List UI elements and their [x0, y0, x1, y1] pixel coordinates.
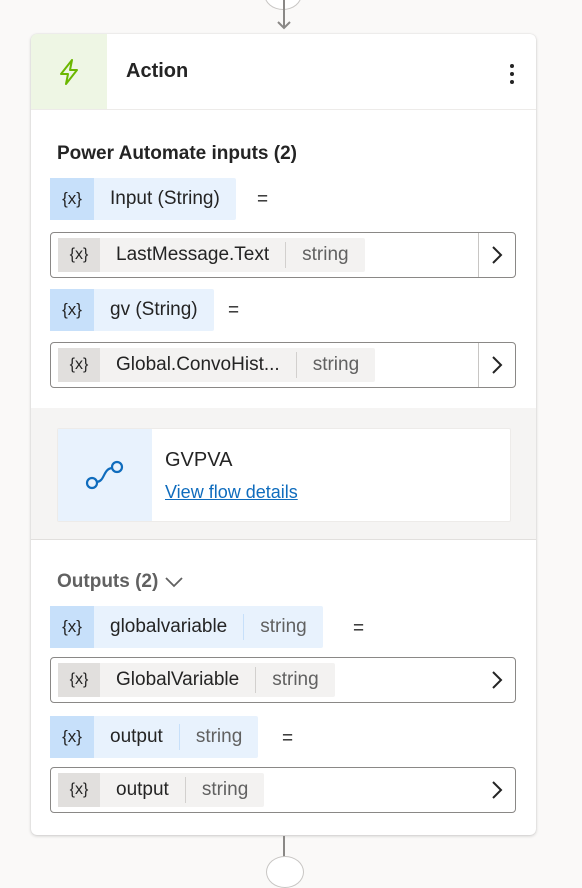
- flow-card[interactable]: GVPVA View flow details: [57, 428, 511, 522]
- input-param-chip[interactable]: {x} gv (String): [50, 289, 214, 331]
- inputs-section-title: Power Automate inputs (2): [57, 143, 297, 164]
- arrow-down-icon: [277, 14, 291, 30]
- output-var-label: globalvariable: [110, 616, 228, 637]
- lightning-icon: [31, 34, 107, 109]
- view-flow-details-link[interactable]: View flow details: [165, 482, 298, 503]
- value-label: output: [116, 779, 169, 800]
- output-value-field[interactable]: {x} GlobalVariable string: [50, 657, 516, 703]
- equals-sign: =: [257, 189, 269, 210]
- output-var-chip[interactable]: {x} output string: [50, 716, 259, 758]
- variable-icon: {x}: [50, 716, 94, 758]
- variable-icon: {x}: [50, 178, 94, 220]
- variable-icon: {x}: [58, 348, 100, 382]
- equals-sign: =: [228, 300, 240, 321]
- input-param-label: Input (String): [110, 188, 220, 209]
- value-type: string: [295, 352, 375, 378]
- value-label: Global.ConvoHist...: [116, 354, 280, 375]
- next-node-connector[interactable]: [266, 856, 304, 888]
- more-vertical-icon: [510, 64, 514, 68]
- chevron-right-icon[interactable]: [478, 233, 515, 277]
- chevron-right-icon[interactable]: [479, 658, 515, 702]
- chevron-down-icon: [165, 577, 183, 588]
- more-vertical-icon-dot: [510, 80, 514, 84]
- card-title: Action: [126, 60, 189, 82]
- value-type: string: [285, 242, 364, 268]
- card-header: Action: [31, 34, 536, 110]
- value-label: GlobalVariable: [116, 669, 240, 690]
- input-param-label: gv (String): [110, 299, 198, 320]
- variable-icon: {x}: [50, 289, 94, 331]
- value-type: string: [184, 777, 264, 803]
- input-value-field[interactable]: {x} Global.ConvoHist... string: [50, 342, 516, 388]
- output-var-chip[interactable]: {x} globalvariable string: [50, 606, 323, 648]
- equals-sign: =: [353, 618, 365, 639]
- more-options-button[interactable]: [502, 60, 522, 88]
- variable-icon: {x}: [58, 238, 100, 272]
- input-param-chip[interactable]: {x} Input (String): [50, 178, 236, 220]
- outputs-section-toggle[interactable]: Outputs (2): [57, 571, 184, 593]
- output-var-type: string: [178, 724, 258, 750]
- output-value-field[interactable]: {x} output string: [50, 767, 516, 813]
- value-label: LastMessage.Text: [116, 244, 270, 265]
- value-chip[interactable]: {x} output string: [58, 773, 265, 807]
- equals-sign: =: [282, 728, 294, 749]
- value-chip[interactable]: {x} Global.ConvoHist... string: [58, 348, 376, 382]
- chevron-right-icon[interactable]: [479, 768, 515, 812]
- variable-icon: {x}: [58, 773, 100, 807]
- variable-icon: {x}: [50, 606, 94, 648]
- value-chip[interactable]: {x} GlobalVariable string: [58, 663, 335, 697]
- value-chip[interactable]: {x} LastMessage.Text string: [58, 238, 365, 272]
- value-type: string: [255, 667, 334, 693]
- flow-name: GVPVA: [165, 449, 233, 471]
- action-card[interactable]: Action Power Automate inputs (2) {x} Inp…: [31, 34, 536, 835]
- variable-icon: {x}: [58, 663, 100, 697]
- output-var-label: output: [110, 726, 163, 747]
- more-vertical-icon-dot: [510, 72, 514, 76]
- flow-section: GVPVA View flow details: [31, 408, 536, 540]
- flow-icon: [58, 429, 152, 521]
- output-var-type: string: [243, 614, 322, 640]
- outputs-section-title: Outputs (2): [57, 571, 159, 592]
- input-value-field[interactable]: {x} LastMessage.Text string: [50, 232, 516, 278]
- chevron-right-icon[interactable]: [478, 343, 515, 387]
